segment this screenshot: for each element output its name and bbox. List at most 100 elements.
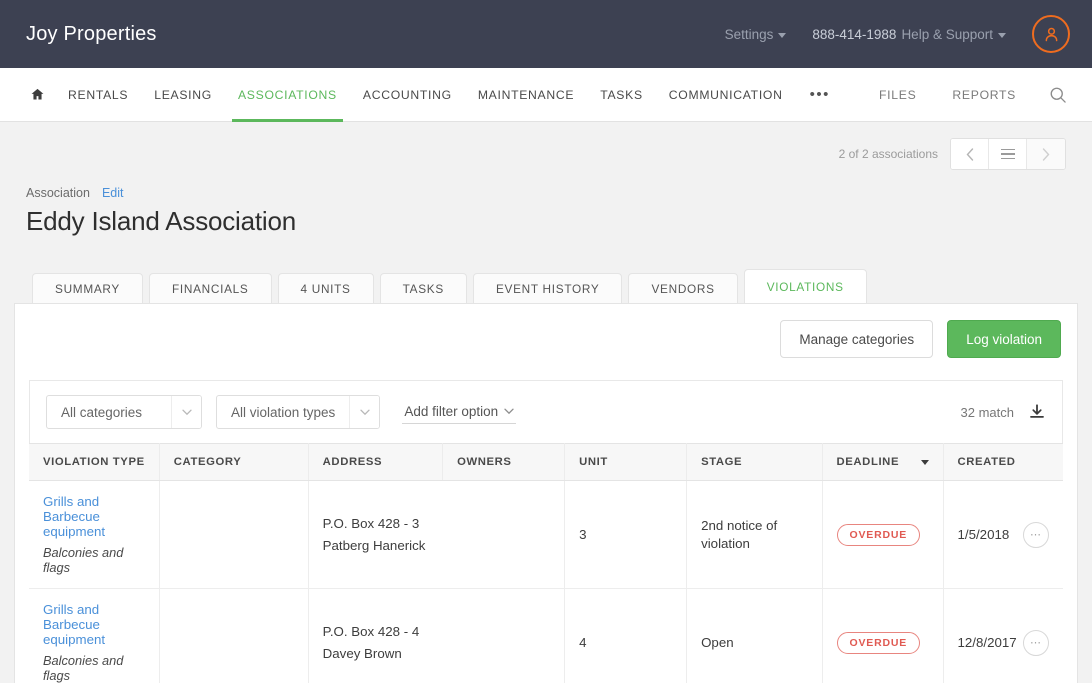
download-icon <box>1028 403 1046 421</box>
main-navigation: RENTALS LEASING ASSOCIATIONS ACCOUNTING … <box>0 68 1092 122</box>
tab-violations[interactable]: VIOLATIONS <box>744 269 867 303</box>
violations-panel: Manage categories Log violation All cate… <box>14 303 1078 683</box>
filter-bar: All categories All violation types Add f… <box>29 380 1063 443</box>
search-icon <box>1048 85 1068 105</box>
nav-overflow-menu[interactable]: ••• <box>796 68 844 121</box>
table-header: VIOLATION TYPE CATEGORY ADDRESS OWNERS U… <box>29 444 1063 481</box>
nav-item-files[interactable]: FILES <box>861 68 934 121</box>
nav-item-communication[interactable]: COMMUNICATION <box>656 68 796 121</box>
created-value: 12/8/2017 <box>958 635 1017 650</box>
export-download-button[interactable] <box>1028 403 1046 421</box>
tab-vendors[interactable]: VENDORS <box>628 273 737 303</box>
tab-summary[interactable]: SUMMARY <box>32 273 143 303</box>
nav-item-maintenance[interactable]: MAINTENANCE <box>465 68 587 121</box>
column-header-violation-type[interactable]: VIOLATION TYPE <box>29 444 159 481</box>
table-row[interactable]: Grills and Barbecue equipment Balconies … <box>29 589 1063 683</box>
tab-financials[interactable]: FINANCIALS <box>149 273 272 303</box>
add-filter-option-dropdown[interactable]: Add filter option <box>402 400 516 424</box>
violation-category: Balconies and flags <box>43 653 145 683</box>
violations-table: VIOLATION TYPE CATEGORY ADDRESS OWNERS U… <box>29 443 1063 683</box>
page-title: Eddy Island Association <box>26 206 1066 237</box>
cell-deadline: OVERDUE <box>822 481 943 589</box>
column-header-unit[interactable]: UNIT <box>565 444 687 481</box>
match-count: 32 match <box>961 405 1014 420</box>
row-actions-menu[interactable]: ⋯ <box>1023 630 1049 656</box>
tab-units[interactable]: 4 UNITS <box>278 273 374 303</box>
column-header-deadline-label: DEADLINE <box>837 456 900 468</box>
cell-category-spacer <box>159 481 308 589</box>
created-value: 1/5/2018 <box>958 527 1010 542</box>
record-pager <box>950 138 1066 170</box>
category-filter-value: All categories <box>47 396 171 428</box>
violations-table-wrapper: VIOLATION TYPE CATEGORY ADDRESS OWNERS U… <box>29 443 1063 683</box>
entity-tabs: SUMMARY FINANCIALS 4 UNITS TASKS EVENT H… <box>0 271 1092 303</box>
tab-event-history[interactable]: EVENT HISTORY <box>473 273 623 303</box>
table-body: Grills and Barbecue equipment Balconies … <box>29 481 1063 683</box>
violation-type-filter-value: All violation types <box>217 396 349 428</box>
cell-unit: 4 <box>565 589 687 683</box>
column-header-owners[interactable]: OWNERS <box>443 444 565 481</box>
help-support-menu[interactable]: 888-414-1988 Help & Support <box>812 27 1006 42</box>
column-header-created[interactable]: CREATED <box>943 444 1063 481</box>
support-phone: 888-414-1988 <box>812 27 896 42</box>
add-filter-option-label: Add filter option <box>404 404 498 419</box>
prev-record-button[interactable] <box>951 139 989 169</box>
cell-violation-type: Grills and Barbecue equipment Balconies … <box>29 589 159 683</box>
row-actions-menu[interactable]: ⋯ <box>1023 522 1049 548</box>
home-icon <box>30 87 45 102</box>
settings-menu[interactable]: Settings <box>725 27 787 42</box>
chevron-down-icon <box>349 396 379 428</box>
cell-address-owners: P.O. Box 428 - 3 Patberg Hanerick <box>308 481 564 589</box>
nav-item-tasks[interactable]: TASKS <box>587 68 656 121</box>
record-count: 2 of 2 associations <box>839 147 938 161</box>
cell-deadline: OVERDUE <box>822 589 943 683</box>
table-row[interactable]: Grills and Barbecue equipment Balconies … <box>29 481 1063 589</box>
top-bar-right: Settings 888-414-1988 Help & Support <box>725 15 1070 53</box>
settings-label: Settings <box>725 27 774 42</box>
nav-item-home[interactable] <box>30 68 55 121</box>
nav-item-associations[interactable]: ASSOCIATIONS <box>225 68 350 121</box>
log-violation-button[interactable]: Log violation <box>947 320 1061 358</box>
nav-item-rentals[interactable]: RENTALS <box>55 68 141 121</box>
column-header-category[interactable]: CATEGORY <box>159 444 308 481</box>
cell-category-spacer <box>159 589 308 683</box>
chevron-down-icon <box>504 408 514 415</box>
address-value: P.O. Box 428 - 3 <box>323 516 550 531</box>
avatar[interactable] <box>1032 15 1070 53</box>
cell-address-owners: P.O. Box 428 - 4 Davey Brown <box>308 589 564 683</box>
cell-unit: 3 <box>565 481 687 589</box>
cell-created: 1/5/2018 ⋯ <box>943 481 1063 589</box>
record-list-button[interactable] <box>989 139 1027 169</box>
brand-logo[interactable]: Joy Properties <box>26 23 157 46</box>
record-pager-row: 2 of 2 associations <box>26 122 1066 170</box>
user-circle-icon <box>1042 25 1061 44</box>
column-header-address[interactable]: ADDRESS <box>308 444 442 481</box>
sort-descending-caret-icon <box>921 460 929 465</box>
panel-actions: Manage categories Log violation <box>15 304 1077 358</box>
chevron-down-icon <box>778 33 786 38</box>
chevron-down-icon <box>171 396 201 428</box>
violation-category: Balconies and flags <box>43 545 145 575</box>
category-filter-select[interactable]: All categories <box>46 395 202 429</box>
tab-tasks[interactable]: TASKS <box>380 273 467 303</box>
chevron-left-icon <box>966 148 974 161</box>
status-badge: OVERDUE <box>837 524 921 546</box>
violation-type-link[interactable]: Grills and Barbecue equipment <box>43 494 145 539</box>
help-support-label: Help & Support <box>901 27 993 42</box>
cell-violation-type: Grills and Barbecue equipment Balconies … <box>29 481 159 589</box>
nav-right-group: FILES REPORTS <box>861 68 1070 121</box>
violation-type-filter-select[interactable]: All violation types <box>216 395 380 429</box>
filter-bar-right: 32 match <box>961 403 1046 421</box>
column-header-deadline[interactable]: DEADLINE <box>822 444 943 481</box>
edit-link[interactable]: Edit <box>102 186 124 200</box>
column-header-stage[interactable]: STAGE <box>687 444 822 481</box>
violation-type-link[interactable]: Grills and Barbecue equipment <box>43 602 145 647</box>
nav-item-reports[interactable]: REPORTS <box>934 68 1034 121</box>
breadcrumb: Association Edit <box>26 186 1066 200</box>
nav-item-accounting[interactable]: ACCOUNTING <box>350 68 465 121</box>
manage-categories-button[interactable]: Manage categories <box>780 320 933 358</box>
next-record-button[interactable] <box>1027 139 1065 169</box>
cell-stage: Open <box>687 589 822 683</box>
nav-item-leasing[interactable]: LEASING <box>141 68 225 121</box>
search-button[interactable] <box>1034 68 1070 121</box>
